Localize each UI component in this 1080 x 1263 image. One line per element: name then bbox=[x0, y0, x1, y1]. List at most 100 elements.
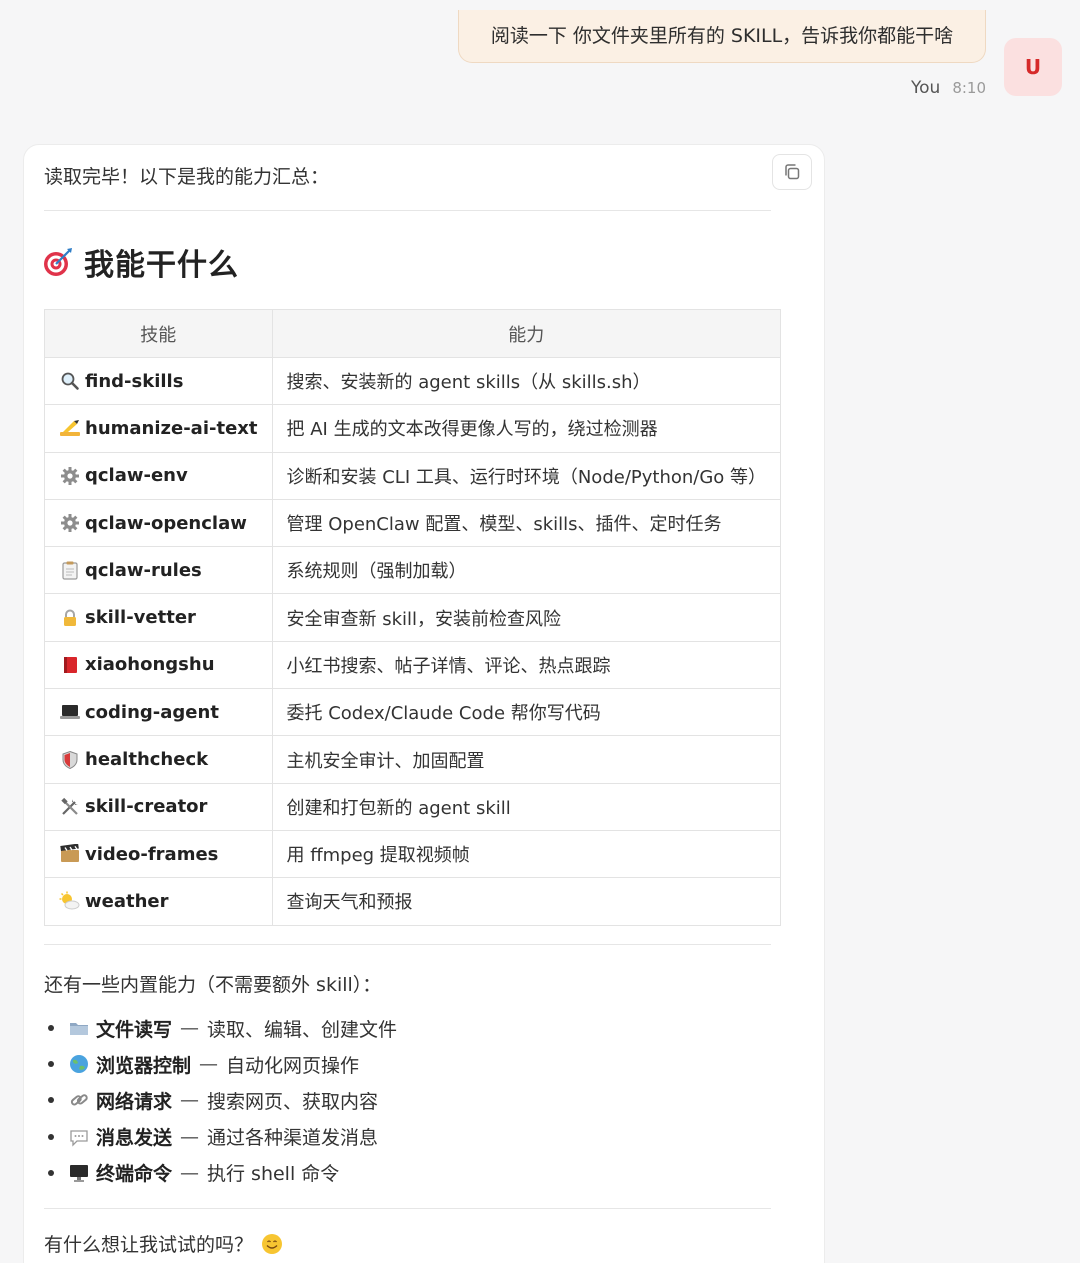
link-icon bbox=[68, 1089, 90, 1111]
skill-cell-inner: weather bbox=[59, 890, 258, 912]
table-row: weather 查询天气和预报 bbox=[44, 877, 782, 926]
list-item: 消息发送 — 通过各种渠道发消息 bbox=[44, 1119, 397, 1155]
bullet-icon bbox=[48, 1097, 54, 1104]
table-row: video-frames 用 ffmpeg 提取视频帧 bbox=[44, 829, 782, 879]
table-row: xiaohongshu 小红书搜索、帖子详情、评论、热点跟踪 bbox=[44, 640, 782, 690]
speech-bubble-icon bbox=[68, 1126, 90, 1148]
builtin-desc: 通过各种渠道发消息 bbox=[207, 1127, 379, 1150]
builtin-name: 终端命令 bbox=[96, 1163, 173, 1186]
skill-cell-inner: xiaohongshu bbox=[59, 654, 258, 676]
skill-name: weather bbox=[85, 890, 169, 912]
skill-cell-inner: qclaw-openclaw bbox=[59, 512, 258, 534]
section-heading: 我能干什么 bbox=[42, 240, 239, 284]
skill-cell-inner: qclaw-rules bbox=[59, 559, 258, 581]
builtin-name: 浏览器控制 bbox=[96, 1054, 192, 1077]
list-item: 浏览器控制 — 自动化网页操作 bbox=[44, 1046, 397, 1082]
gear-icon bbox=[59, 465, 81, 487]
bullet-icon bbox=[48, 1133, 54, 1140]
builtin-desc: 执行 shell 命令 bbox=[207, 1163, 340, 1186]
gear-icon bbox=[59, 512, 81, 534]
table-row: healthcheck 主机安全审计、加固配置 bbox=[44, 735, 782, 784]
tools-icon bbox=[59, 796, 81, 818]
ability-cell: 主机安全审计、加固配置 bbox=[271, 735, 782, 784]
skill-name: skill-vetter bbox=[85, 607, 196, 629]
clipboard-icon bbox=[59, 559, 81, 581]
red-book-icon bbox=[59, 654, 81, 676]
list-item: 文件读写 — 读取、编辑、创建文件 bbox=[44, 1010, 397, 1046]
skill-cell-inner: qclaw-env bbox=[59, 465, 258, 487]
skill-cell-inner: healthcheck bbox=[59, 749, 258, 771]
copy-button[interactable] bbox=[772, 154, 812, 190]
ability-cell: 诊断和安装 CLI 工具、运行时环境（Node/Python/Go 等） bbox=[271, 451, 782, 500]
skill-cell-inner: humanize-ai-text bbox=[59, 417, 258, 439]
closing-line: 有什么想让我试试的吗？ bbox=[44, 1230, 283, 1257]
separator: — bbox=[180, 1089, 200, 1112]
skill-name: healthcheck bbox=[85, 749, 209, 771]
skill-cell: skill-vetter bbox=[44, 593, 273, 642]
user-message-text: 阅读一下 你文件夹里所有的 SKILL，告诉我你都能干啥 bbox=[490, 24, 954, 47]
folder-icon bbox=[68, 1017, 90, 1039]
skill-name: video-frames bbox=[85, 843, 219, 865]
separator: — bbox=[180, 1017, 200, 1040]
user-message-meta: You 8:10 bbox=[911, 78, 986, 98]
skill-cell: humanize-ai-text bbox=[44, 404, 273, 453]
list-item: 网络请求 — 搜索网页、获取内容 bbox=[44, 1082, 397, 1118]
builtin-name: 网络请求 bbox=[96, 1090, 173, 1113]
builtin-name: 消息发送 bbox=[96, 1127, 173, 1150]
sender-name: You bbox=[911, 78, 941, 98]
separator: — bbox=[199, 1053, 219, 1076]
skill-name: qclaw-rules bbox=[85, 559, 202, 581]
bullet-icon bbox=[48, 1025, 54, 1032]
smile-icon bbox=[262, 1233, 283, 1254]
skill-name: find-skills bbox=[85, 370, 184, 392]
builtin-desc: 自动化网页操作 bbox=[226, 1054, 360, 1077]
ability-cell: 安全审查新 skill，安装前检查风险 bbox=[271, 593, 782, 642]
separator: — bbox=[180, 1125, 200, 1148]
ability-cell: 委托 Codex/Claude Code 帮你写代码 bbox=[271, 688, 782, 737]
list-item: 终端命令 — 执行 shell 命令 bbox=[44, 1155, 397, 1191]
skill-cell: video-frames bbox=[44, 829, 273, 879]
user-avatar[interactable]: U bbox=[1004, 38, 1062, 96]
skill-name: qclaw-openclaw bbox=[85, 512, 247, 534]
magnifier-icon bbox=[59, 370, 81, 392]
skill-cell: qclaw-rules bbox=[44, 546, 273, 595]
builtin-title: 还有一些内置能力（不需要额外 skill）： bbox=[44, 974, 382, 996]
monitor-icon bbox=[68, 1162, 90, 1184]
skill-cell: coding-agent bbox=[44, 688, 273, 737]
table-row: qclaw-rules 系统规则（强制加载） bbox=[44, 546, 782, 595]
bullet-icon bbox=[48, 1169, 54, 1176]
writing-hand-icon bbox=[59, 417, 81, 439]
table-row: humanize-ai-text 把 AI 生成的文本改得更像人写的，绕过检测器 bbox=[44, 404, 782, 453]
skill-name: xiaohongshu bbox=[85, 654, 215, 676]
film-icon bbox=[59, 843, 81, 865]
skill-cell: qclaw-env bbox=[44, 451, 273, 500]
skill-cell-inner: video-frames bbox=[59, 843, 258, 865]
ability-cell: 把 AI 生成的文本改得更像人写的，绕过检测器 bbox=[271, 404, 782, 453]
skill-name: coding-agent bbox=[85, 701, 219, 723]
builtin-desc: 读取、编辑、创建文件 bbox=[207, 1018, 398, 1041]
table-row: find-skills 搜索、安装新的 agent skills（从 skills… bbox=[44, 356, 782, 406]
laptop-icon bbox=[59, 701, 81, 723]
table-row: skill-creator 创建和打包新的 agent skill bbox=[44, 782, 782, 831]
divider bbox=[44, 1208, 771, 1209]
divider bbox=[44, 944, 771, 945]
skill-cell-inner: skill-creator bbox=[59, 796, 258, 818]
target-icon bbox=[44, 248, 72, 276]
table-row: qclaw-openclaw 管理 OpenClaw 配置、模型、skills、插… bbox=[44, 498, 782, 548]
globe-icon bbox=[68, 1053, 90, 1075]
shield-icon bbox=[59, 749, 81, 771]
ability-cell: 小红书搜索、帖子详情、评论、热点跟踪 bbox=[271, 640, 782, 690]
table-header-row: 技能 能力 bbox=[44, 309, 782, 358]
builtin-desc: 搜索网页、获取内容 bbox=[207, 1090, 379, 1113]
header-ability: 能力 bbox=[271, 309, 782, 358]
divider bbox=[44, 210, 771, 211]
chat-view: 阅读一下 你文件夹里所有的 SKILL，告诉我你都能干啥 You 8:10 U … bbox=[0, 0, 1080, 1263]
table-row: qclaw-env 诊断和安装 CLI 工具、运行时环境（Node/Python/… bbox=[44, 451, 782, 500]
copy-icon bbox=[785, 164, 800, 180]
sun-cloud-icon bbox=[59, 890, 81, 912]
skill-cell: weather bbox=[44, 877, 273, 926]
ability-cell: 系统规则（强制加载） bbox=[271, 546, 782, 595]
skills-table: 技能 能力 find-skills 搜索、安装新的 agent skills（从 … bbox=[44, 309, 782, 926]
skill-cell-inner: skill-vetter bbox=[59, 607, 258, 629]
ability-cell: 查询天气和预报 bbox=[271, 877, 782, 926]
